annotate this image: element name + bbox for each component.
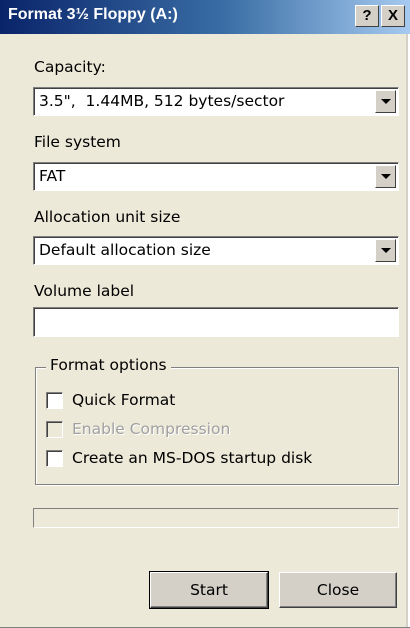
startup-disk-checkbox[interactable] [46, 450, 63, 467]
startup-disk-label[interactable]: Create an MS-DOS startup disk [72, 449, 312, 467]
quick-format-label[interactable]: Quick Format [72, 391, 175, 409]
enable-compression-checkbox [46, 421, 63, 438]
allocation-unit-select[interactable]: Default allocation size [33, 236, 399, 265]
close-button[interactable]: Close [279, 572, 397, 608]
chevron-down-icon[interactable] [375, 239, 396, 262]
capacity-label: Capacity: [34, 58, 106, 76]
volume-label-input[interactable] [33, 307, 399, 337]
format-dialog: Format 3½ Floppy (A:) ? X Capacity: 3.5"… [0, 0, 410, 627]
capacity-value: 3.5", 1.44MB, 512 bytes/sector [39, 92, 285, 110]
title-bar[interactable]: Format 3½ Floppy (A:) ? X [0, 0, 410, 34]
allocation-unit-label: Allocation unit size [34, 208, 181, 226]
file-system-value: FAT [39, 167, 66, 185]
chevron-down-icon[interactable] [375, 165, 396, 188]
capacity-select[interactable]: 3.5", 1.44MB, 512 bytes/sector [33, 87, 399, 116]
format-options-group: Format options Quick Format Enable Compr… [35, 356, 399, 485]
chevron-down-icon[interactable] [375, 90, 396, 113]
quick-format-checkbox[interactable] [46, 392, 63, 409]
allocation-unit-value: Default allocation size [39, 241, 211, 259]
help-button[interactable]: ? [355, 5, 379, 27]
file-system-label: File system [34, 133, 121, 151]
window-title: Format 3½ Floppy (A:) [8, 6, 178, 23]
volume-label-label: Volume label [34, 282, 135, 300]
enable-compression-label: Enable Compression [72, 420, 231, 438]
file-system-select[interactable]: FAT [33, 162, 399, 191]
format-progress-bar [33, 508, 399, 528]
start-button[interactable]: Start [149, 571, 269, 609]
format-options-title: Format options [46, 356, 171, 374]
close-window-button[interactable]: X [381, 5, 405, 27]
